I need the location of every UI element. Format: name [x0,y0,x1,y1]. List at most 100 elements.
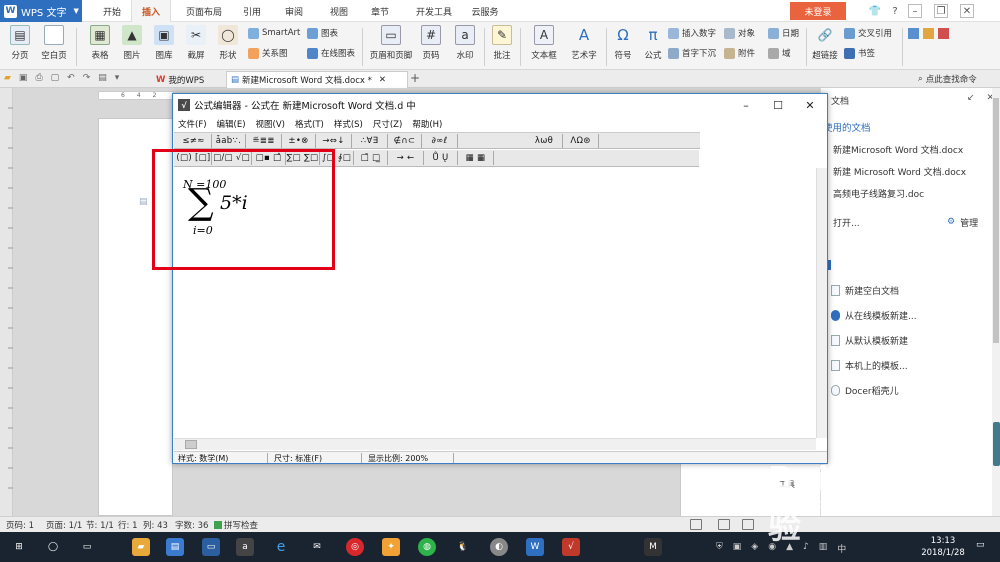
tab-my-wps[interactable]: W 我的WPS [152,71,224,88]
folder-icon[interactable]: ▰ [4,73,11,85]
new-from-online-template[interactable]: 从在线模板新建... [831,308,981,322]
pin-icon[interactable] [938,28,949,39]
menu-view[interactable]: 视图(V) [251,116,290,131]
preview-icon[interactable]: ▢ [51,73,60,85]
screenshot-button[interactable]: ✂ 截屏 [182,25,210,61]
tab-developer[interactable]: 开发工具 [411,0,457,22]
eq-maximize-icon[interactable]: ☐ [762,94,794,116]
operator-palette[interactable]: ±•⊗ [282,134,316,148]
arrow-palette[interactable]: →⇔↓ [316,134,352,148]
local-templates[interactable]: 本机上的模板... [831,358,981,372]
textbox-button[interactable]: A 文本框 [526,25,562,61]
recent-item[interactable]: 新建 Microsoft Word 文档.docx [833,164,993,178]
new-tab-button[interactable]: + [410,71,422,87]
store-icon[interactable]: ▤ [166,538,184,556]
side-tab-handle[interactable] [993,422,1000,466]
embellishment-palette[interactable]: ≝≣≣ [246,134,282,148]
notification-icon[interactable]: ▭ [976,540,990,554]
open-link[interactable]: 打开... [833,215,893,229]
equation-vertical-scrollbar[interactable] [816,168,827,438]
formula-button[interactable]: π 公式 [640,25,666,61]
menu-size[interactable]: 尺寸(Z) [368,116,407,131]
ie-icon[interactable]: e [272,538,290,556]
task-pane-scroll-thumb[interactable] [993,98,999,343]
recent-item[interactable]: 高频电子线路复习.doc [833,186,993,200]
tab-references[interactable]: 引用 [236,0,268,22]
tab-document[interactable]: ▤ 新建Microsoft Word 文档.docx * ✕ [226,71,408,88]
symbol-button[interactable]: Ω 符号 [610,25,636,61]
amazon-icon[interactable]: a [236,538,254,556]
file-explorer-icon[interactable]: ▰ [132,538,150,556]
tab-insert[interactable]: 插入 [131,0,171,22]
equation-scroll-thumb[interactable] [185,440,197,449]
docer-link[interactable]: Docer稻壳儿 [831,383,981,397]
cross-ref-button[interactable]: 交叉引用 [844,26,900,40]
collapse-icon[interactable]: ↙ [967,93,975,105]
restore-icon[interactable]: ❐ [934,4,948,18]
tab-chapter[interactable]: 章节 [364,0,396,22]
save-icon[interactable]: ▣ [19,73,28,85]
status-words[interactable]: 字数: 36 [175,519,208,531]
eq-minimize-icon[interactable]: – [730,94,762,116]
labeled-arrow-palette[interactable]: → ← [388,151,424,165]
desktop-icon[interactable]: ▭ [202,538,220,556]
menu-file[interactable]: 文件(F) [173,116,212,131]
equation-app-icon[interactable]: √ [178,99,190,111]
equation-taskbar-icon[interactable]: √ [562,538,580,556]
page-view-icon[interactable] [718,519,730,530]
watermark-button[interactable]: a 水印 [452,25,478,61]
bar-palette[interactable]: □̄ □̲ [354,151,388,165]
smartart-button[interactable]: SmartArt [248,26,306,40]
relational-palette[interactable]: ≤≠≈ [176,134,212,148]
qq-icon[interactable]: 🐧 [454,538,472,556]
menu-format[interactable]: 格式(T) [290,116,329,131]
tray-app-icon[interactable]: ▣ [733,542,742,554]
attachment-button[interactable]: 附件 [724,46,768,60]
comment-button[interactable]: ✎ 批注 [490,25,514,61]
misc-palette[interactable]: ∂∞ℓ [422,134,458,148]
page-number-button[interactable]: # 页码 [418,25,444,61]
login-button[interactable]: 未登录 [790,2,846,20]
close-icon[interactable]: ✕ [960,4,974,18]
netease-icon[interactable]: ◎ [346,538,364,556]
wechat-icon[interactable]: ◍ [418,538,436,556]
mail-icon[interactable]: ✉ [308,538,326,556]
app-menu-button[interactable]: W WPS 文字 ▼ [0,0,82,22]
gallery-button[interactable]: ▣ 图库 [150,25,178,61]
tray-app-icon[interactable]: ◈ [751,542,758,554]
clock[interactable]: 13:13 2018/1/28 [918,535,968,561]
eq-close-icon[interactable]: ✕ [794,94,826,116]
tab-view[interactable]: 视图 [323,0,355,22]
set-palette[interactable]: ∉∩⊂ [388,134,422,148]
new-blank-doc[interactable]: 新建空白文档 [831,283,981,297]
tab-cloud[interactable]: 云服务 [466,0,504,22]
input-method-icon[interactable]: 中 [837,542,846,555]
wps-taskbar-icon[interactable]: W [526,538,544,556]
tab-start[interactable]: 开始 [96,0,128,22]
relation-chart-button[interactable]: 关系图 [248,46,306,60]
page-break-button[interactable]: ▤ 分页 [6,25,34,61]
tab-page-layout[interactable]: 页面布局 [180,0,228,22]
online-chart-button[interactable]: 在线图表 [307,46,365,60]
spaces-palette[interactable]: ǡab∵. [212,134,246,148]
shape-button[interactable]: ◯ 形状 [214,25,242,61]
m-app-icon[interactable]: M [644,538,662,556]
highlight-icon[interactable] [923,28,934,39]
minimize-icon[interactable]: – [908,4,922,18]
new-from-default-template[interactable]: 从默认模板新建 [831,333,981,347]
close-tab-icon[interactable]: ✕ [379,75,386,85]
picture-button[interactable]: ▲ 图片 [118,25,146,61]
wordart-button[interactable]: A 艺术字 [566,25,602,61]
status-spell[interactable]: 拼写检查 [224,519,258,531]
menu-edit[interactable]: 编辑(E) [212,116,251,131]
chart-button[interactable]: 图表 [307,26,365,40]
bookmark-button[interactable]: 书签 [844,46,900,60]
web-view-icon[interactable] [742,519,754,530]
undo-icon[interactable]: ↶ [67,73,75,85]
greek-upper-palette[interactable]: ΛΩ⊛ [563,134,599,148]
menu-help[interactable]: 帮助(H) [407,116,447,131]
fit-page-icon[interactable] [690,519,702,530]
task-view-icon[interactable]: ▭ [78,538,96,556]
manage-link[interactable]: ⚙ 管理 [947,215,997,229]
menu-style[interactable]: 样式(S) [329,116,368,131]
